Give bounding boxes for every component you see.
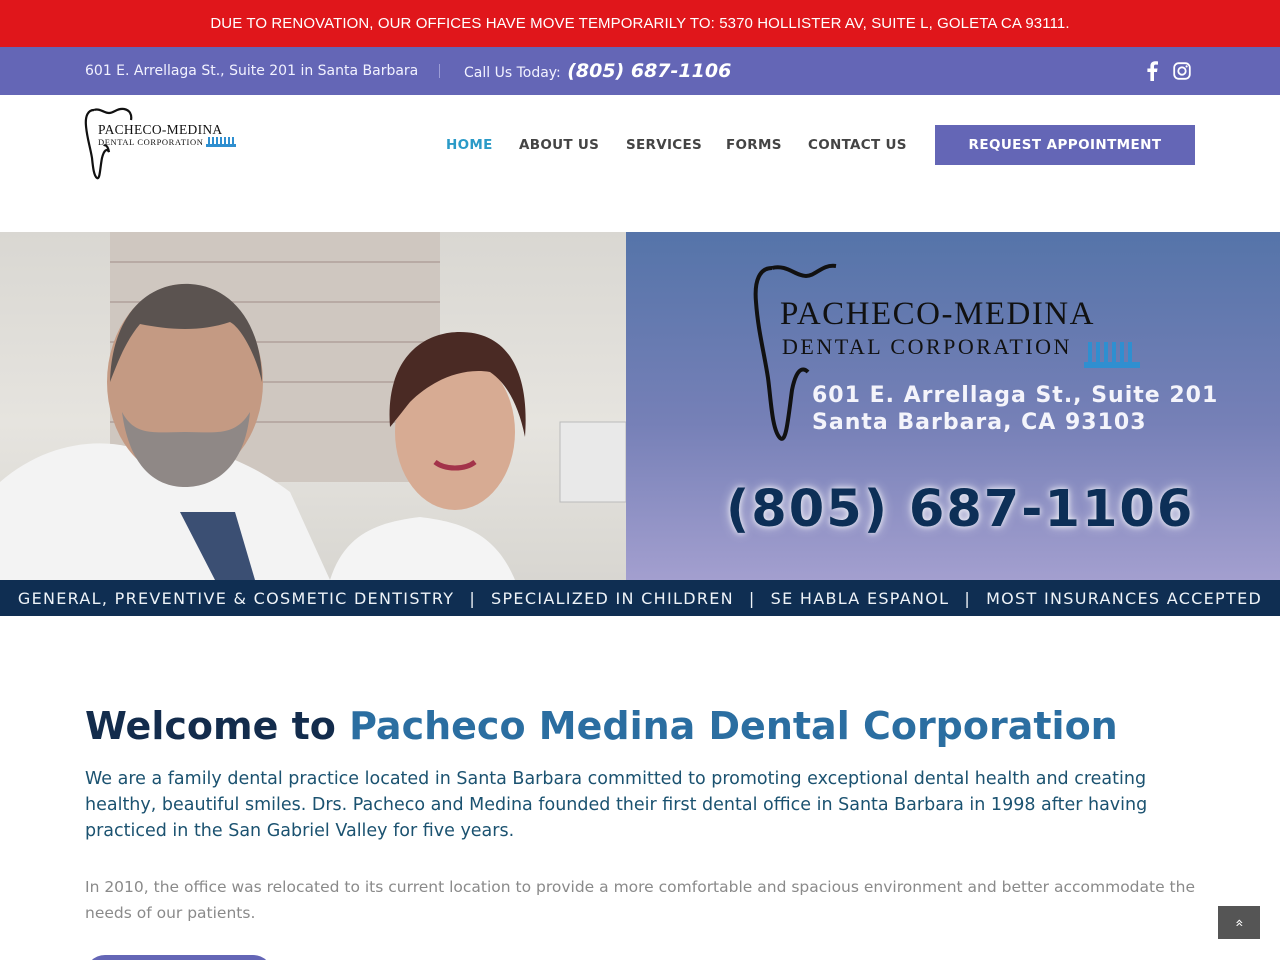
- nav-contact-us[interactable]: CONTACT US: [808, 125, 907, 165]
- nav-services[interactable]: SERVICES: [626, 125, 702, 165]
- nav-forms[interactable]: FORMS: [726, 125, 782, 165]
- read-more-button[interactable]: [85, 955, 273, 960]
- logo-title: PACHECO-MEDINA: [98, 122, 223, 137]
- topbar-call: Call Us Today: (805) 687-1106: [464, 47, 731, 95]
- logo-subtitle: DENTAL CORPORATION: [98, 137, 204, 147]
- service-general: GENERAL, PREVENTIVE & COSMETIC DENTISTRY: [17, 588, 455, 608]
- back-to-top-icon: »: [1230, 918, 1247, 927]
- service-children: SPECIALIZED IN CHILDREN: [491, 588, 734, 608]
- hero-brand-subtitle: DENTAL CORPORATION: [782, 334, 1072, 359]
- back-to-top-button[interactable]: »: [1218, 906, 1260, 939]
- top-info-bar: 601 E. Arrellaga St., Suite 201 in Santa…: [0, 47, 1280, 95]
- renovation-alert-bar: DUE TO RENOVATION, OUR OFFICES HAVE MOVE…: [0, 0, 1280, 47]
- intro-paragraph: We are a family dental practice located …: [85, 769, 1148, 841]
- strip-separator: |: [964, 588, 972, 608]
- hero-address-line2: Santa Barbara, CA 93103: [812, 410, 1147, 435]
- nav-home[interactable]: HOME: [446, 125, 493, 165]
- welcome-heading-light: Pacheco Medina Dental Corporation: [349, 704, 1118, 748]
- topbar-divider: [439, 64, 440, 78]
- hero-banner: PACHECO-MEDINA DENTAL CORPORATION 601 E.…: [0, 232, 1280, 580]
- welcome-heading: Welcome to Pacheco Medina Dental Corpora…: [85, 700, 1118, 752]
- hero-address-line1: 601 E. Arrellaga St., Suite 201: [812, 383, 1219, 408]
- hero-info-panel: PACHECO-MEDINA DENTAL CORPORATION 601 E.…: [626, 232, 1280, 580]
- history-paragraph: In 2010, the office was relocated to its…: [85, 878, 1195, 922]
- topbar-call-label: Call Us Today:: [464, 65, 561, 81]
- service-insurances: MOST INSURANCES ACCEPTED: [986, 588, 1263, 608]
- service-spanish: SE HABLA ESPANOL: [770, 588, 950, 608]
- toothbrush-icon: [206, 137, 236, 147]
- nav-about-us[interactable]: ABOUT US: [519, 125, 599, 165]
- instagram-icon[interactable]: [1172, 59, 1192, 83]
- strip-separator: |: [748, 588, 756, 608]
- topbar-phone-link[interactable]: (805) 687-1106: [567, 60, 731, 82]
- renovation-alert-text: DUE TO RENOVATION, OUR OFFICES HAVE MOVE…: [210, 15, 1070, 32]
- topbar-address: 601 E. Arrellaga St., Suite 201 in Santa…: [85, 63, 419, 79]
- hero-brand-title: PACHECO-MEDINA: [780, 296, 1095, 332]
- strip-separator: |: [469, 588, 477, 608]
- facebook-icon[interactable]: [1142, 59, 1162, 83]
- site-logo[interactable]: PACHECO-MEDINA DENTAL CORPORATION: [84, 106, 244, 182]
- request-appointment-button[interactable]: REQUEST APPOINTMENT: [935, 125, 1195, 165]
- hero-toothbrush-icon: [1084, 342, 1140, 368]
- doctors-illustration: [0, 232, 626, 580]
- hero-phone: (805) 687-1106: [726, 480, 1195, 539]
- doctors-photo: [0, 232, 626, 580]
- welcome-heading-bold: Welcome to: [85, 704, 336, 748]
- services-strip: GENERAL, PREVENTIVE & COSMETIC DENTISTRY…: [0, 580, 1280, 616]
